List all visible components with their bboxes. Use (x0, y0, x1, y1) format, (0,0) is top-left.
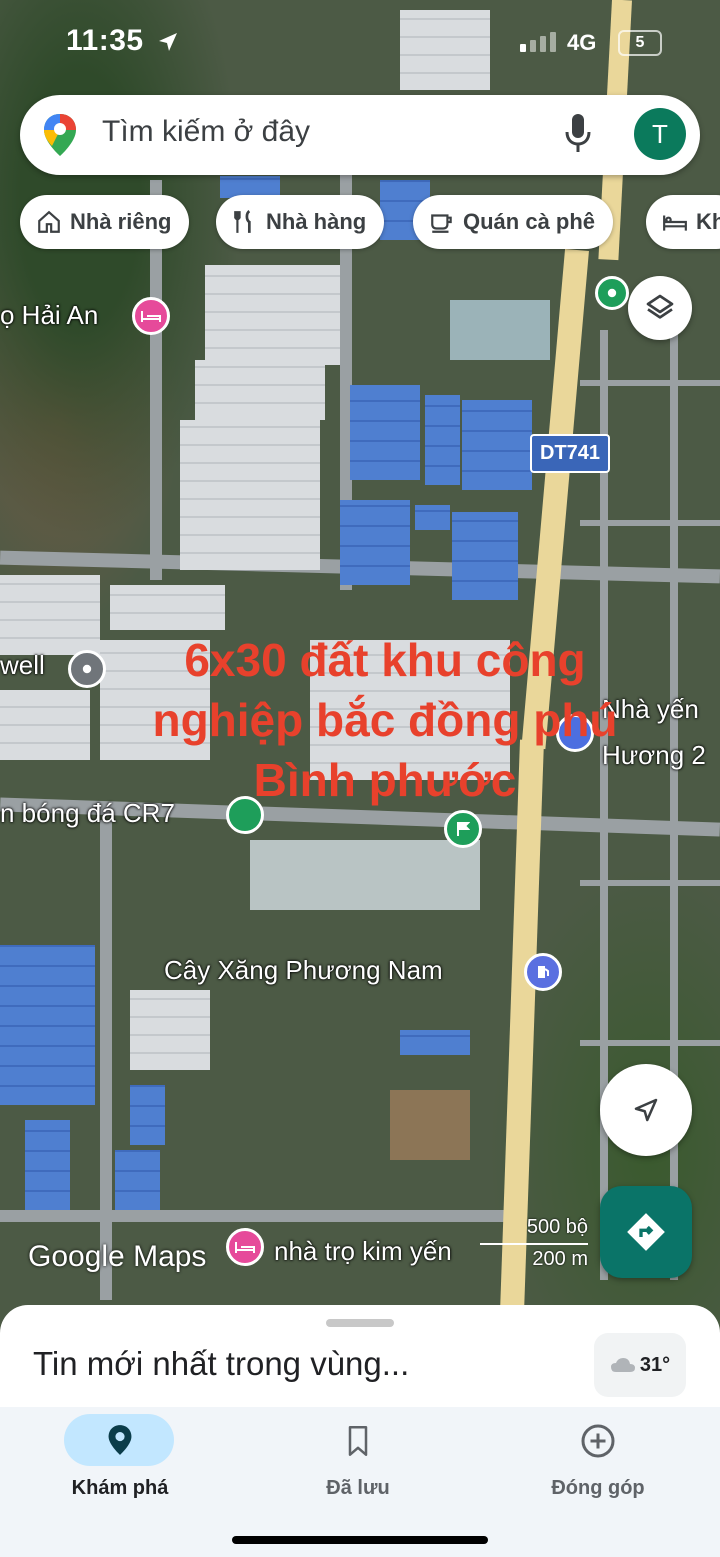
map-road (580, 880, 720, 886)
building (180, 420, 320, 570)
location-arrow-icon (159, 33, 177, 51)
nav-label: Khám phá (71, 1477, 169, 1499)
map-label-hai-an[interactable]: ọ Hải An (0, 300, 98, 331)
google-maps-pin-icon (44, 114, 76, 156)
restaurant-icon (234, 210, 251, 233)
road-shield-dt741: DT741 (530, 434, 611, 473)
microphone-icon[interactable] (562, 112, 594, 156)
building (130, 1085, 165, 1145)
map-place-pin[interactable] (595, 276, 629, 310)
status-bar: 11:35 4G 5 (0, 0, 720, 90)
building (195, 360, 325, 420)
building (425, 395, 460, 485)
home-icon (38, 210, 60, 233)
map-scale: 500 bộ 200 m (480, 1216, 588, 1276)
flag-pin-icon[interactable] (444, 810, 482, 848)
add-circle-icon (581, 1424, 615, 1458)
nav-label: Đóng góp (551, 1477, 645, 1499)
weather-temperature: 31° (639, 1353, 671, 1376)
building (415, 505, 450, 530)
map-label-well[interactable]: well (0, 650, 45, 681)
building (25, 1120, 70, 1210)
home-indicator[interactable] (232, 1536, 488, 1544)
building (452, 512, 518, 600)
directions-button[interactable] (600, 1186, 692, 1278)
weather-badge[interactable]: 31° (594, 1333, 686, 1397)
scale-line (480, 1243, 588, 1245)
map-label-gas-station[interactable]: Cây Xăng Phương Nam (164, 955, 443, 986)
overlay-line: Bình phước (253, 754, 517, 806)
battery-icon: 5 (618, 30, 662, 56)
building (205, 265, 340, 365)
status-time: 11:35 (66, 24, 144, 57)
signal-icon (520, 30, 560, 52)
building (250, 840, 480, 910)
nav-contribute[interactable]: Đóng góp (478, 1407, 718, 1517)
sheet-drag-handle[interactable] (326, 1319, 394, 1327)
building (340, 500, 410, 585)
chip-coffee[interactable]: Quán cà phê (413, 195, 614, 249)
news-headline[interactable]: Tin mới nhất trong vùng... (33, 1345, 409, 1383)
navigation-arrow-icon (634, 1098, 658, 1122)
chip-label: Nhà riêng (70, 209, 172, 234)
search-placeholder[interactable]: Tìm kiếm ở đây (102, 115, 310, 149)
cloud-icon (610, 1358, 635, 1372)
lodging-pin-icon[interactable] (132, 297, 170, 335)
building (115, 1150, 160, 1210)
building (350, 385, 420, 480)
overlay-line: 6x30 đất khu công (184, 634, 586, 686)
building (462, 400, 532, 490)
google-maps-attribution: Google Maps (28, 1240, 207, 1273)
chip-hotels[interactable]: Kh (646, 195, 720, 249)
gas-station-pin-icon[interactable] (524, 953, 562, 991)
chip-restaurants[interactable]: Nhà hàng (216, 195, 385, 249)
directions-icon (627, 1213, 665, 1251)
search-bar[interactable]: Tìm kiếm ở đây (20, 95, 700, 175)
building (0, 945, 95, 1105)
building (400, 1030, 470, 1055)
building (130, 990, 210, 1070)
map-road (0, 1210, 520, 1222)
bookmark-icon (348, 1426, 368, 1456)
layers-icon (646, 294, 674, 319)
chip-home[interactable]: Nhà riêng (20, 195, 190, 249)
overlay-text: 6x30 đất khu công nghiệp bắc đồng phú Bì… (60, 630, 710, 810)
my-location-button[interactable] (600, 1064, 692, 1156)
explore-pin-icon (108, 1425, 132, 1455)
building (450, 300, 550, 360)
overlay-line: nghiệp bắc đồng phú (152, 694, 618, 746)
nav-explore[interactable]: Khám phá (0, 1407, 240, 1517)
map-road (100, 820, 112, 1300)
map-road (580, 1040, 720, 1046)
chip-label: Quán cà phê (463, 209, 596, 234)
chip-label: Kh (696, 209, 720, 234)
nav-saved[interactable]: Đã lưu (238, 1407, 478, 1517)
map-road (580, 380, 720, 386)
nav-label: Đã lưu (326, 1477, 390, 1499)
layers-button[interactable] (628, 276, 692, 340)
map-label-kimyen[interactable]: nhà trọ kim yến (274, 1236, 452, 1267)
coffee-icon (431, 214, 452, 233)
map-road (580, 520, 720, 526)
bottom-navigation: Khám phá Đã lưu Đóng góp (0, 1407, 720, 1557)
bare-land (390, 1090, 470, 1160)
account-avatar[interactable]: T (634, 108, 686, 160)
scale-imperial: 500 bộ (526, 1216, 588, 1238)
building (110, 585, 225, 630)
network-type: 4G (567, 30, 597, 55)
scale-metric: 200 m (532, 1248, 588, 1270)
chip-label: Nhà hàng (266, 209, 367, 234)
hotel-icon (663, 215, 687, 231)
lodging-pin-icon[interactable] (226, 1228, 264, 1266)
